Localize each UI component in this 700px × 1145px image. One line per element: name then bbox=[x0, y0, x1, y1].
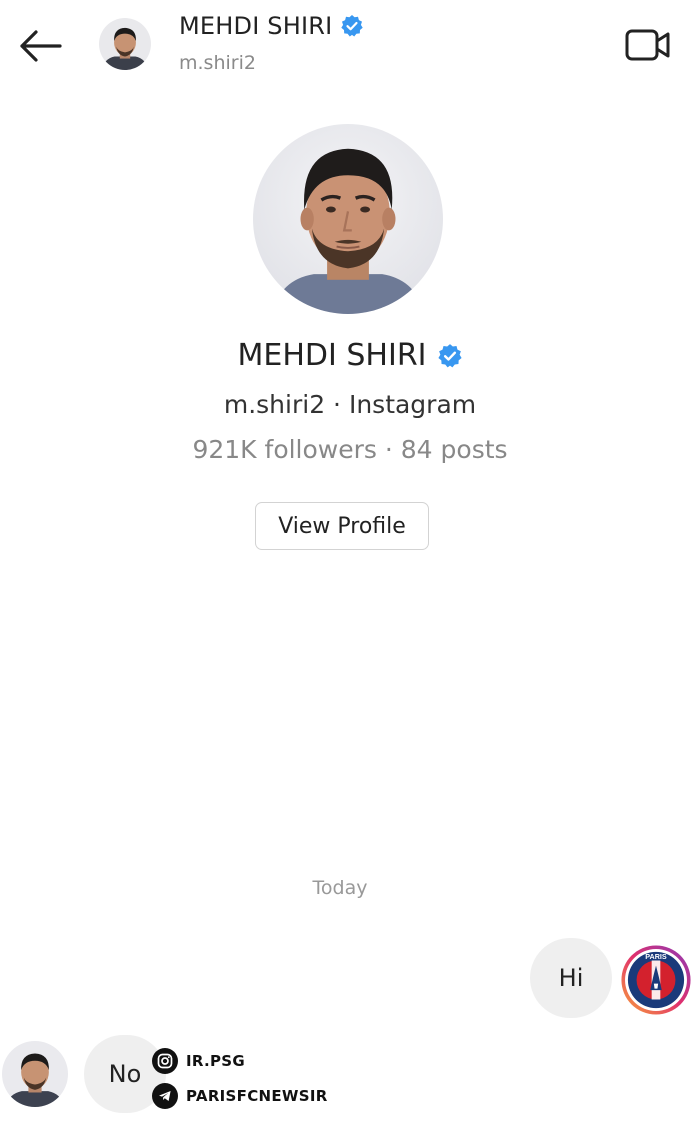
svg-text:PARIS: PARIS bbox=[645, 952, 667, 961]
verified-badge-icon bbox=[341, 15, 364, 37]
incoming-sender-avatar[interactable] bbox=[2, 1041, 68, 1107]
profile-subtitle: m.shiri2 · Instagram bbox=[223, 390, 477, 419]
watermark-instagram-handle: IR.PSG bbox=[186, 1052, 246, 1070]
telegram-icon bbox=[152, 1083, 178, 1109]
sender-avatar-psg-logo[interactable]: PARIS bbox=[620, 944, 692, 1016]
message-bubble-outgoing[interactable]: Hi bbox=[530, 938, 612, 1018]
watermark-telegram-handle: PARISFCNEWSIR bbox=[186, 1087, 328, 1105]
video-call-button[interactable] bbox=[620, 22, 676, 68]
watermark-instagram: IR.PSG bbox=[152, 1048, 245, 1074]
chat-header: MEHDI SHIRI m.shiri2 bbox=[0, 0, 700, 90]
header-name-label: MEHDI SHIRI bbox=[179, 12, 333, 40]
message-text: Hi bbox=[558, 964, 584, 992]
profile-stats: 921K followers · 84 posts bbox=[192, 435, 508, 464]
header-username: m.shiri2 bbox=[179, 52, 256, 74]
header-avatar[interactable] bbox=[99, 18, 151, 70]
watermark-telegram: PARISFCNEWSIR bbox=[152, 1083, 328, 1109]
message-text: No bbox=[108, 1060, 142, 1088]
day-separator: Today bbox=[312, 877, 368, 899]
back-button[interactable] bbox=[14, 24, 66, 68]
profile-name-label: MEHDI SHIRI bbox=[237, 338, 427, 373]
view-profile-button[interactable]: View Profile bbox=[255, 502, 429, 550]
instagram-icon bbox=[152, 1048, 178, 1074]
verified-badge-icon bbox=[437, 343, 462, 367]
video-camera-icon bbox=[625, 29, 670, 61]
profile-avatar[interactable] bbox=[253, 124, 443, 314]
header-title[interactable]: MEHDI SHIRI bbox=[179, 12, 364, 40]
arrow-left-icon bbox=[20, 30, 62, 62]
profile-name: MEHDI SHIRI bbox=[0, 338, 700, 373]
